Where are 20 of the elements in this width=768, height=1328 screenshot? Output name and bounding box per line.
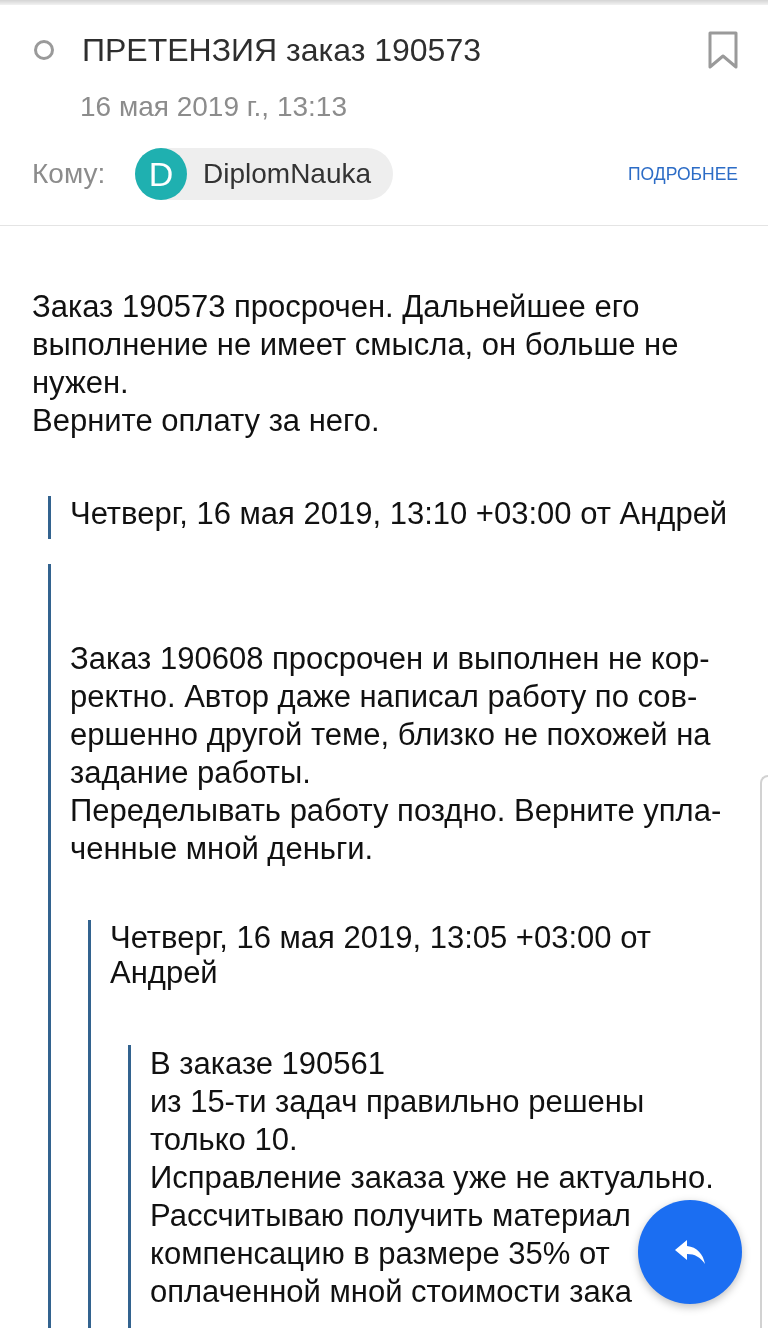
bookmark-icon[interactable] xyxy=(708,31,738,69)
quoted-message-text: Исправление заказа уже не актуально. xyxy=(150,1159,714,1197)
recipient-label: Кому: xyxy=(32,158,107,190)
subject-title: ПРЕТЕНЗИЯ заказ 190573 xyxy=(82,31,481,70)
quote-header: Четверг, 16 мая 2019, 13:10 +03:00 от Андрей xyxy=(70,496,728,531)
message-text: Заказ 190573 просрочен. Дальнейшее его выполнение не имеет смысла, он больше не нужен. xyxy=(32,288,679,402)
message-date: 16 мая 2019 г., 13:13 xyxy=(80,90,347,124)
recipient-chip[interactable]: D DiplomNauka xyxy=(135,148,394,200)
details-link[interactable]: ПОДРОБНЕЕ xyxy=(627,163,738,185)
ring-icon xyxy=(34,40,54,60)
quoted-message-text: Рассчитываю получить материал компенсацию в размере 35% от оплаченной мной стоимости зака xyxy=(150,1197,633,1311)
quoted-message-text: Заказ 190608 просрочен и выполнен не кор- ректно. Автор даже написал работу по сов- ершенно другой теме, близко не похожей на задание работы. xyxy=(70,640,711,792)
reply-button[interactable] xyxy=(638,1200,742,1304)
edge-panel-handle[interactable] xyxy=(760,775,768,1328)
message-text: Верните оплату за него. xyxy=(32,402,380,440)
quote-header: Четверг, 16 мая 2019, 13:05 +03:00 от Андрей xyxy=(110,920,651,990)
avatar-initial: D xyxy=(135,148,187,200)
reply-icon xyxy=(675,1240,705,1264)
quoted-message-text: Переделывать работу поздно. Верните упла- ченные мной деньги. xyxy=(70,792,722,868)
quoted-message-text: В заказе 190561 из 15-ти задач правильно решены только 10. xyxy=(150,1045,645,1159)
